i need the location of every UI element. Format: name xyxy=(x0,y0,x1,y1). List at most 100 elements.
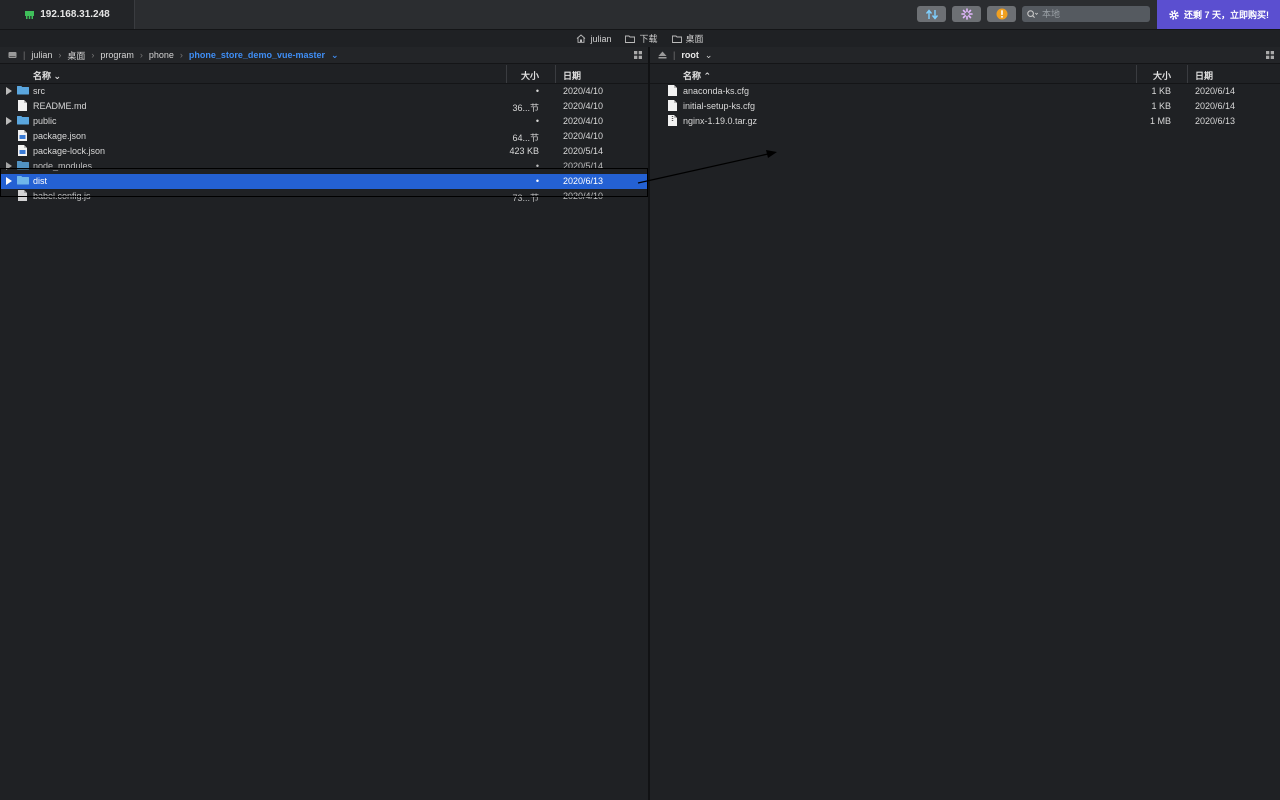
bookmark-label: 桌面 xyxy=(685,34,704,44)
activity-button[interactable] xyxy=(952,6,981,22)
file-date: 2020/6/14 xyxy=(1195,101,1236,111)
local-breadcrumb: | julian › 桌面 › program › phone › phone_… xyxy=(0,47,648,64)
search-icon xyxy=(1027,9,1038,18)
column-divider[interactable] xyxy=(506,65,507,83)
folder-icon xyxy=(17,115,29,127)
column-date[interactable]: 日期 xyxy=(563,69,581,82)
file-size: 423 KB xyxy=(509,146,539,156)
column-divider[interactable] xyxy=(1187,65,1188,83)
json-file-icon xyxy=(18,145,27,158)
file-name: src xyxy=(33,86,45,96)
breadcrumb-current[interactable]: root xyxy=(681,50,699,60)
file-size: 64...节 xyxy=(512,133,539,143)
breadcrumb-item[interactable]: phone xyxy=(149,50,174,60)
file-size: • xyxy=(535,161,539,171)
file-date: 2020/6/13 xyxy=(1195,116,1236,126)
file-size: 1 MB xyxy=(1149,116,1171,126)
folder-icon xyxy=(17,175,29,187)
chevron-down-icon[interactable]: ⌄ xyxy=(331,50,339,61)
breadcrumb-item[interactable]: 桌面 xyxy=(67,49,85,62)
bookmark-desktop[interactable]: 桌面 xyxy=(671,32,704,45)
top-toolbar: 192.168.31.248 本地 还剩 7 天，立即购买! xyxy=(0,0,1280,30)
disclosure-triangle-icon[interactable] xyxy=(6,87,12,97)
list-item-selected[interactable]: dist • 2020/6/13 xyxy=(0,174,648,189)
local-column-header: 名称 ⌄ 大小 日期 xyxy=(0,65,648,84)
transfer-arrows-icon xyxy=(925,8,938,20)
column-date[interactable]: 日期 xyxy=(1195,69,1213,82)
local-file-list: src • 2020/4/10 README.md 36...节 2020/4/… xyxy=(0,84,648,204)
search-input[interactable] xyxy=(1042,9,1142,19)
file-size: 73...节 xyxy=(512,193,539,203)
disclosure-triangle-icon[interactable] xyxy=(6,162,12,172)
eject-icon[interactable] xyxy=(658,51,667,59)
column-size[interactable]: 大小 xyxy=(520,69,539,82)
bookmark-downloads[interactable]: 下载 xyxy=(625,32,658,45)
column-name[interactable]: 名称 ⌄ xyxy=(33,69,61,82)
transfer-button[interactable] xyxy=(917,6,946,22)
search-box[interactable] xyxy=(1022,6,1150,22)
file-icon xyxy=(18,100,27,113)
chevron-down-icon[interactable]: ⌄ xyxy=(705,50,713,61)
home-icon xyxy=(577,34,586,43)
spinner-icon xyxy=(960,8,973,20)
list-item[interactable]: initial-setup-ks.cfg 1 KB 2020/6/14 xyxy=(650,99,1280,114)
local-pane: | julian › 桌面 › program › phone › phone_… xyxy=(0,47,648,800)
column-divider[interactable] xyxy=(555,65,556,83)
disclosure-triangle-icon[interactable] xyxy=(6,117,12,127)
chevron-right-icon: › xyxy=(139,50,143,60)
file-name: initial-setup-ks.cfg xyxy=(683,101,756,111)
column-name[interactable]: 名称 ⌃ xyxy=(683,69,711,82)
grid-view-icon[interactable] xyxy=(634,51,642,59)
bookmark-label: julian xyxy=(590,33,612,44)
remote-column-header: 名称 ⌃ 大小 日期 xyxy=(650,65,1280,84)
chevron-down-icon: ⌄ xyxy=(53,71,62,81)
column-divider[interactable] xyxy=(1136,65,1137,83)
column-size[interactable]: 大小 xyxy=(1150,69,1171,82)
file-date: 2020/5/14 xyxy=(563,146,604,156)
connection-tab[interactable]: 192.168.31.248 xyxy=(0,0,135,29)
list-item[interactable]: README.md 36...节 2020/4/10 xyxy=(0,99,648,114)
drive-icon[interactable] xyxy=(8,51,17,59)
chevron-right-icon: › xyxy=(58,50,62,60)
breadcrumb-separator: | xyxy=(673,50,676,60)
file-size: • xyxy=(535,176,539,186)
file-size: • xyxy=(535,116,539,126)
file-name: dist xyxy=(33,176,48,186)
file-size: 1 KB xyxy=(1151,86,1171,96)
folder-icon xyxy=(17,160,29,172)
file-icon xyxy=(668,85,677,98)
file-date: 2020/4/10 xyxy=(563,191,604,201)
file-date: 2020/5/14 xyxy=(563,161,604,171)
list-item[interactable]: nginx-1.19.0.tar.gz 1 MB 2020/6/13 xyxy=(650,114,1280,129)
list-item[interactable]: public • 2020/4/10 xyxy=(0,114,648,129)
info-button[interactable] xyxy=(987,6,1016,22)
gear-icon xyxy=(1169,9,1179,20)
purchase-banner[interactable]: 还剩 7 天，立即购买! xyxy=(1157,0,1280,29)
list-item[interactable]: package.json 64...节 2020/4/10 xyxy=(0,129,648,144)
list-item[interactable]: package-lock.json 423 KB 2020/5/14 xyxy=(0,144,648,159)
file-size: • xyxy=(535,86,539,96)
list-item[interactable]: node_modules • 2020/5/14 xyxy=(0,159,648,174)
list-item[interactable]: src • 2020/4/10 xyxy=(0,84,648,99)
breadcrumb-item[interactable]: program xyxy=(100,50,134,60)
list-item[interactable]: anaconda-ks.cfg 1 KB 2020/6/14 xyxy=(650,84,1280,99)
grid-view-icon[interactable] xyxy=(1266,51,1274,59)
bookmark-julian[interactable]: julian xyxy=(576,34,611,44)
folder-icon xyxy=(671,35,682,43)
breadcrumb-current[interactable]: phone_store_demo_vue-master xyxy=(189,50,325,60)
file-icon xyxy=(668,100,677,113)
file-date: 2020/4/10 xyxy=(563,131,604,141)
file-date: 2020/6/13 xyxy=(563,176,604,186)
file-name: public xyxy=(33,116,57,126)
file-size: 36...节 xyxy=(512,103,539,113)
bookmarks-bar: julian 下载 桌面 xyxy=(0,30,1280,47)
list-item[interactable]: babel.config.js 73...节 2020/4/10 xyxy=(0,189,648,204)
file-date: 2020/4/10 xyxy=(563,86,604,96)
file-name: node_modules xyxy=(33,161,93,171)
file-name: package.json xyxy=(33,131,87,141)
connection-host: 192.168.31.248 xyxy=(40,9,110,20)
file-size: 1 KB xyxy=(1151,101,1171,111)
breadcrumb-item[interactable]: julian xyxy=(31,50,52,60)
disclosure-triangle-icon[interactable] xyxy=(6,177,12,187)
remote-pane: | root ⌄ 名称 ⌃ 大小 日期 anaconda-ks.cfg 1 KB… xyxy=(650,47,1280,800)
